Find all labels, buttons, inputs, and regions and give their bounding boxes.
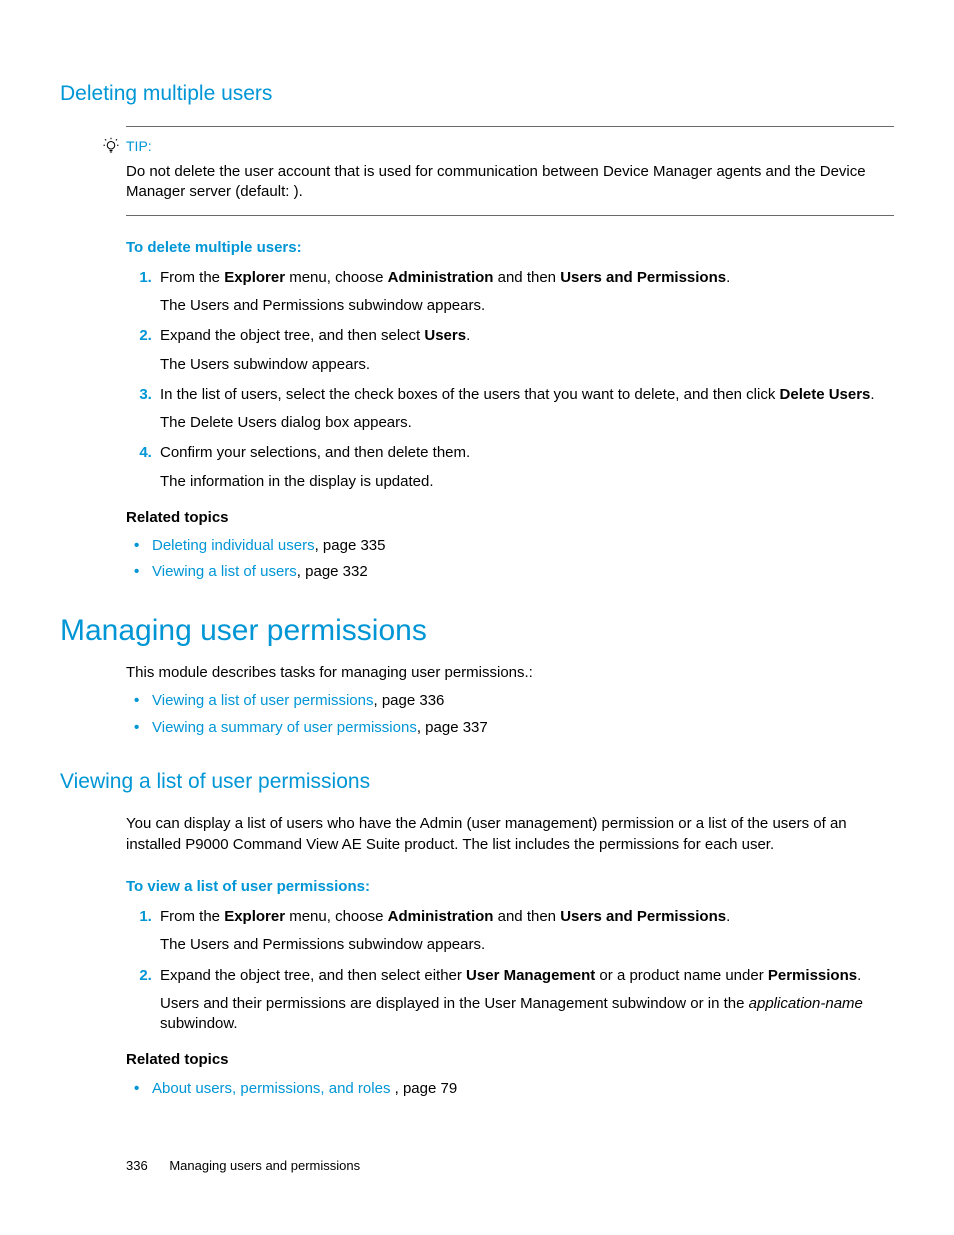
heading-managing-user-permissions: Managing user permissions: [60, 611, 894, 652]
related-item: About users, permissions, and roles , pa…: [152, 1079, 894, 1099]
page-body: Deleting multiple users TIP: Do not dele…: [0, 0, 954, 1235]
related-item: Viewing a list of users, page 332: [152, 562, 894, 582]
link-about-users-permissions-roles[interactable]: About users, permissions, and roles: [152, 1080, 395, 1097]
page-number: 336: [126, 1158, 148, 1173]
tip-text: Do not delete the user account that is u…: [126, 162, 894, 203]
related-topics-heading-1: Related topics: [126, 508, 894, 528]
delete-step-2: Expand the object tree, and then select …: [156, 326, 894, 375]
related-item: Deleting individual users, page 335: [152, 536, 894, 556]
chapter-title: Managing users and permissions: [169, 1158, 360, 1173]
lightbulb-icon: [102, 137, 120, 155]
view-step-2: Expand the object tree, and then select …: [156, 966, 894, 1035]
link-viewing-list-of-users[interactable]: Viewing a list of users: [152, 563, 297, 580]
delete-step-4: Confirm your selections, and then delete…: [156, 443, 894, 492]
related-list-2: About users, permissions, and roles , pa…: [126, 1079, 894, 1099]
tip-label: TIP:: [126, 137, 894, 156]
view-permissions-steps: From the Explorer menu, choose Administr…: [126, 907, 894, 1034]
section2-link-item: Viewing a list of user permissions, page…: [152, 691, 894, 711]
delete-steps-list: From the Explorer menu, choose Administr…: [126, 268, 894, 492]
page-footer: 336 Managing users and permissions: [126, 1157, 360, 1175]
link-viewing-list-user-permissions[interactable]: Viewing a list of user permissions: [152, 692, 373, 709]
section2-intro: This module describes tasks for managing…: [126, 663, 894, 683]
procedure-title-view-permissions: To view a list of user permissions:: [126, 877, 894, 897]
delete-step-1: From the Explorer menu, choose Administr…: [156, 268, 894, 317]
procedure-title-delete: To delete multiple users:: [126, 238, 894, 258]
link-deleting-individual-users[interactable]: Deleting individual users: [152, 537, 315, 554]
view-step-1: From the Explorer menu, choose Administr…: [156, 907, 894, 956]
delete-step-3: In the list of users, select the check b…: [156, 385, 894, 434]
link-viewing-summary-user-permissions[interactable]: Viewing a summary of user permissions: [152, 719, 417, 736]
heading-viewing-list-user-permissions: Viewing a list of user permissions: [60, 768, 894, 796]
heading-deleting-multiple-users: Deleting multiple users: [60, 80, 894, 108]
section2-links: Viewing a list of user permissions, page…: [126, 691, 894, 738]
tip-text-b: ).: [294, 183, 303, 200]
section3-intro: You can display a list of users who have…: [126, 814, 894, 855]
tip-text-a: Do not delete the user account that is u…: [126, 163, 866, 200]
section2-link-item: Viewing a summary of user permissions, p…: [152, 718, 894, 738]
related-list-1: Deleting individual users, page 335 View…: [126, 536, 894, 583]
tip-callout: TIP: Do not delete the user account that…: [126, 126, 894, 215]
related-topics-heading-2: Related topics: [126, 1050, 894, 1070]
